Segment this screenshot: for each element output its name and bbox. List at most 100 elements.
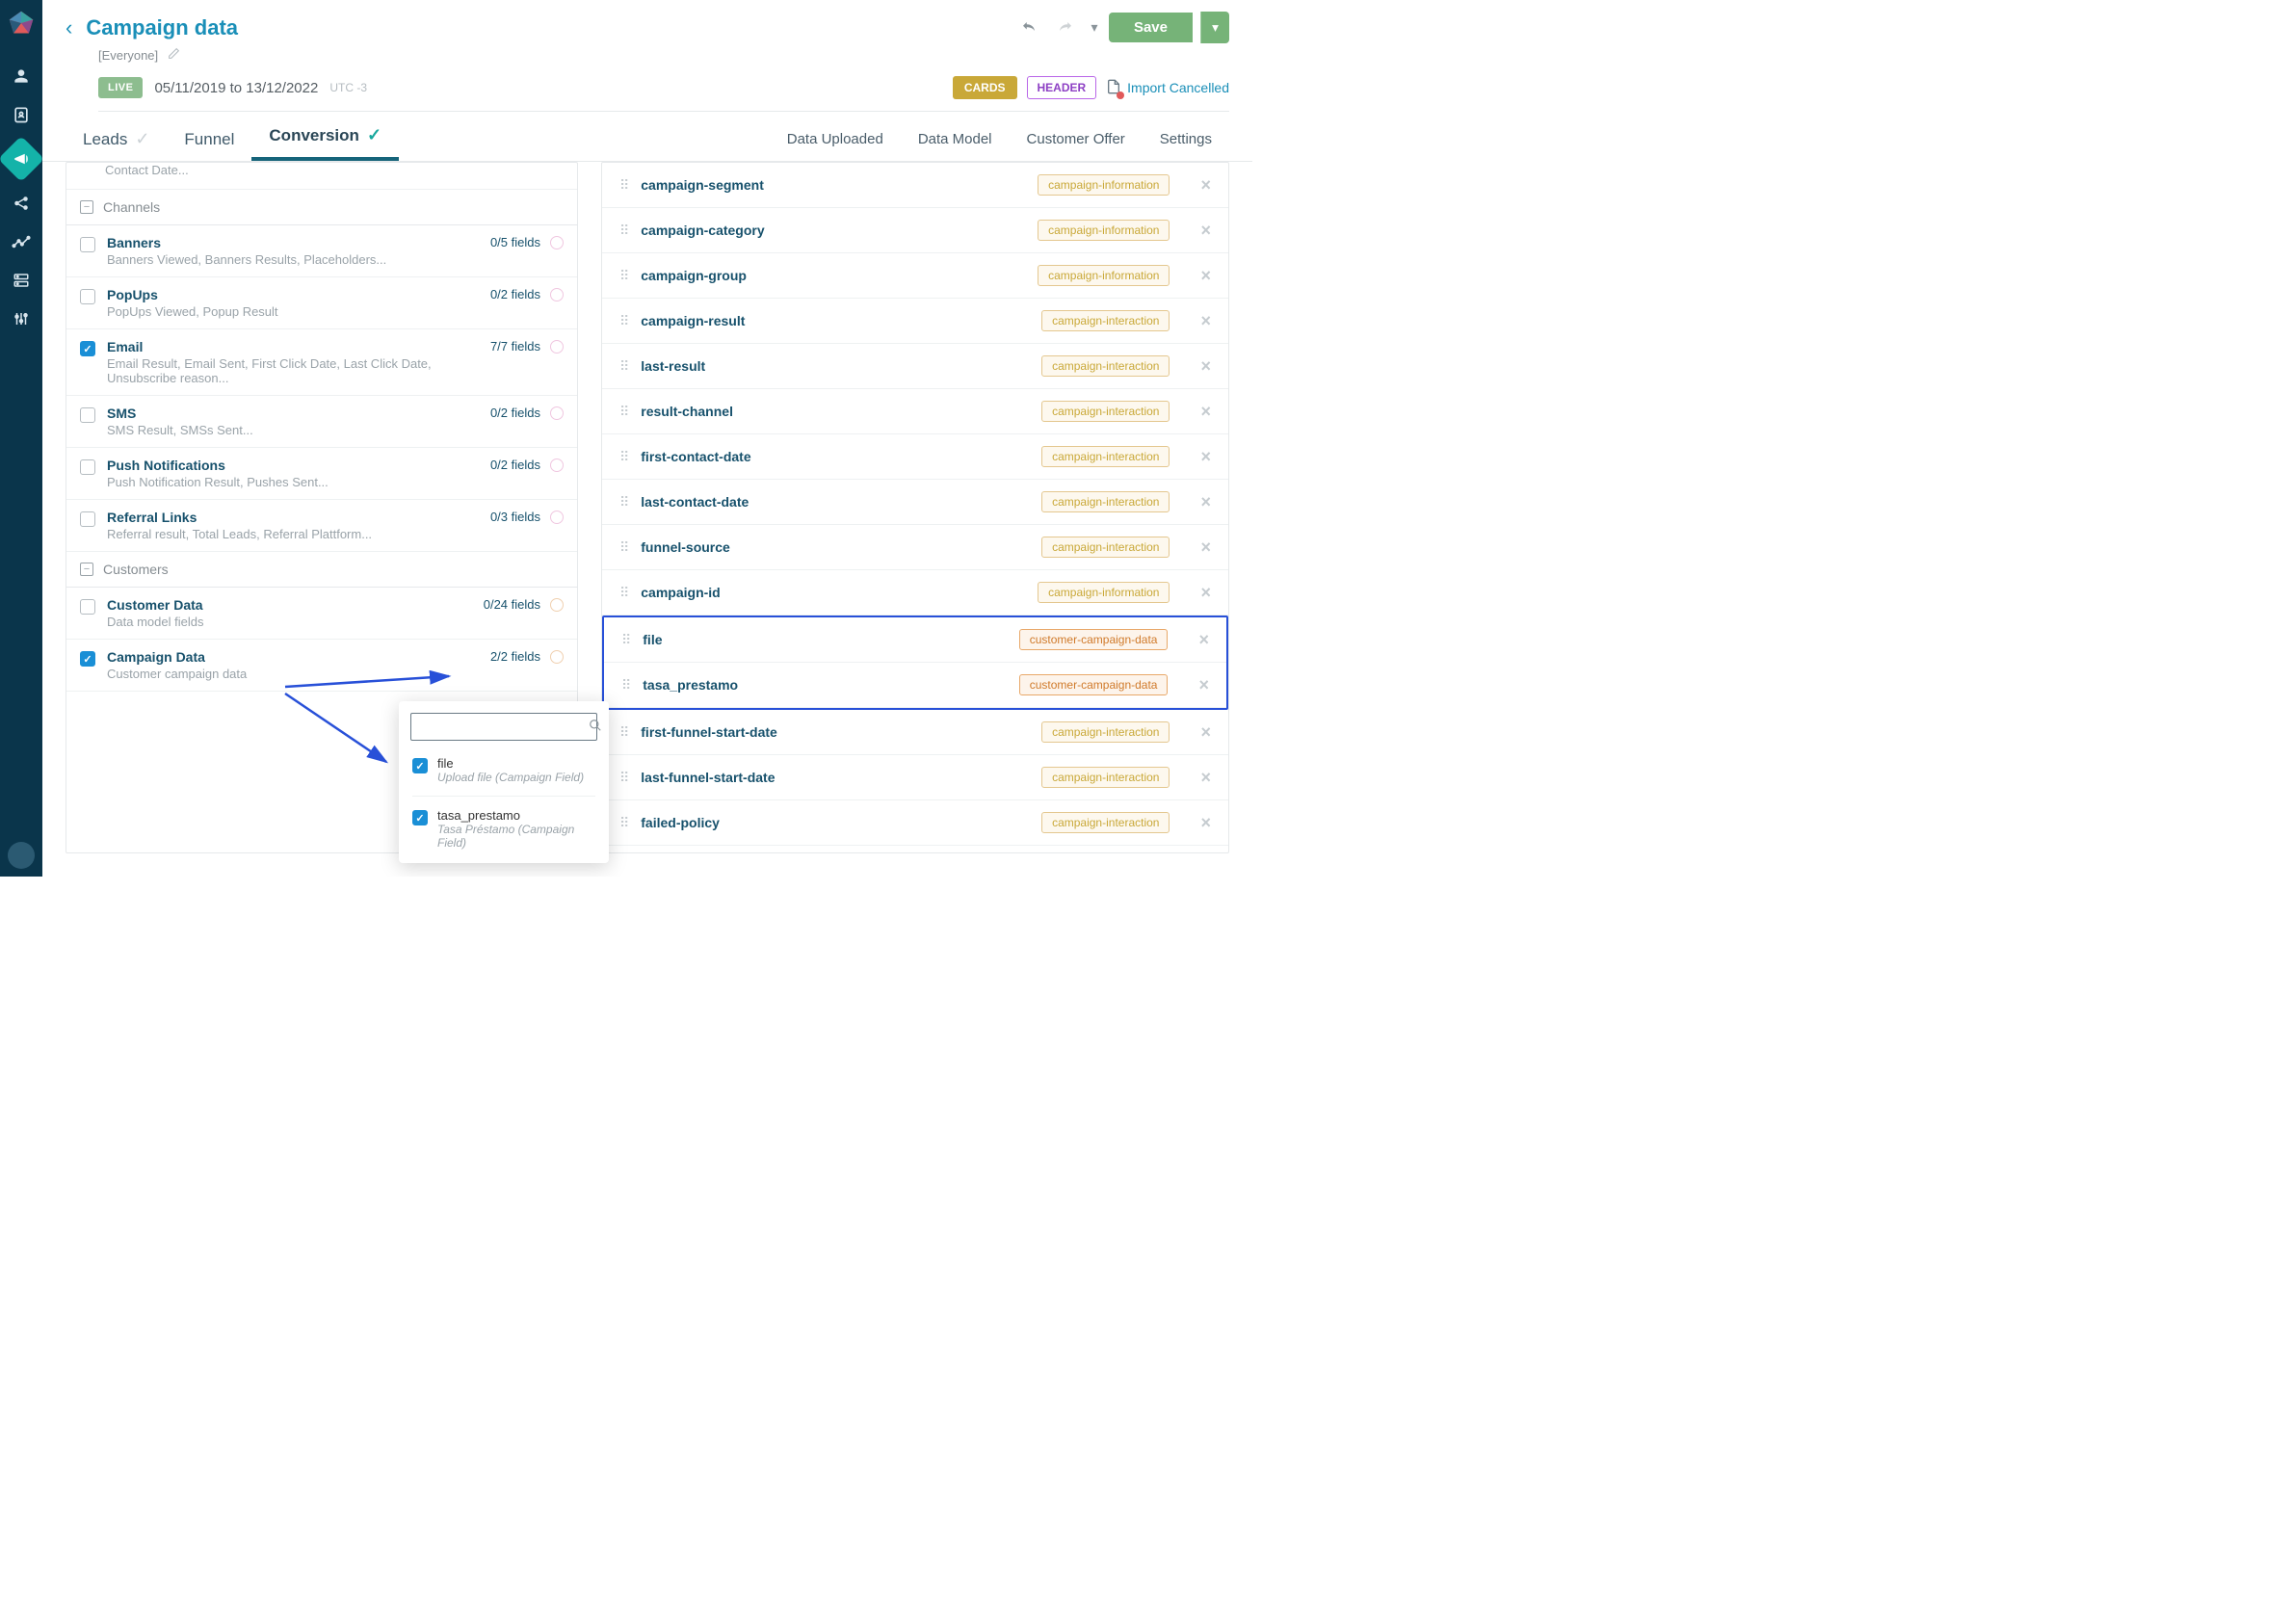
remove-field-icon[interactable]: × — [1200, 402, 1211, 422]
remove-field-icon[interactable]: × — [1200, 492, 1211, 512]
redo-dropdown[interactable]: ▾ — [1088, 13, 1101, 42]
drag-handle-icon[interactable]: ⠿ — [619, 815, 627, 831]
checkbox[interactable] — [80, 407, 95, 423]
field-row[interactable]: ⠿ last-contact-date campaign-interaction… — [602, 480, 1228, 525]
checkbox[interactable] — [80, 599, 95, 615]
remove-field-icon[interactable]: × — [1198, 630, 1209, 650]
drag-handle-icon[interactable]: ⠿ — [619, 770, 627, 786]
drag-handle-icon[interactable]: ⠿ — [619, 539, 627, 556]
drag-handle-icon[interactable]: ⠿ — [619, 724, 627, 741]
remove-field-icon[interactable]: × — [1200, 537, 1211, 558]
checkbox[interactable] — [80, 651, 95, 667]
field-row[interactable]: ⠿ trigger-personalization campaign-inter… — [602, 846, 1228, 853]
remove-field-icon[interactable]: × — [1200, 583, 1211, 603]
field-row[interactable]: ⠿ campaign-category campaign-information… — [602, 208, 1228, 253]
nav-sliders-icon[interactable] — [11, 308, 32, 329]
drag-handle-icon[interactable]: ⠿ — [619, 223, 627, 239]
field-row[interactable]: ⠿ first-funnel-start-date campaign-inter… — [602, 710, 1228, 755]
section-customers[interactable]: − Customers — [66, 552, 577, 588]
checkbox[interactable] — [80, 341, 95, 356]
field-row[interactable]: ⠿ file customer-campaign-data × — [604, 617, 1226, 663]
remove-field-icon[interactable]: × — [1200, 447, 1211, 467]
channel-item[interactable]: Push Notifications Push Notification Res… — [66, 448, 577, 500]
popover-search-input[interactable] — [419, 720, 589, 734]
remove-field-icon[interactable]: × — [1198, 675, 1209, 695]
popover-item-tasa[interactable]: tasa_prestamoTasa Préstamo (Campaign Fie… — [399, 802, 609, 855]
checkbox[interactable] — [80, 237, 95, 252]
undo-button[interactable] — [1014, 13, 1043, 42]
tab-customer-offer[interactable]: Customer Offer — [1010, 118, 1143, 161]
nav-server-icon[interactable] — [11, 270, 32, 291]
redo-button[interactable] — [1051, 13, 1080, 42]
field-row[interactable]: ⠿ first-contact-date campaign-interactio… — [602, 434, 1228, 480]
field-row[interactable]: ⠿ campaign-result campaign-interaction × — [602, 299, 1228, 344]
tab-data-uploaded[interactable]: Data Uploaded — [770, 118, 901, 161]
collapse-icon[interactable]: − — [80, 563, 93, 576]
back-button[interactable]: ‹ — [66, 15, 72, 40]
remove-field-icon[interactable]: × — [1200, 356, 1211, 377]
nav-campaign-icon[interactable] — [0, 136, 44, 182]
popover-search[interactable] — [410, 713, 597, 741]
checkbox[interactable] — [412, 758, 428, 773]
collapse-icon[interactable]: − — [80, 200, 93, 214]
nav-share-icon[interactable] — [11, 193, 32, 214]
checkbox[interactable] — [412, 810, 428, 825]
remove-field-icon[interactable]: × — [1200, 266, 1211, 286]
remove-field-icon[interactable]: × — [1200, 221, 1211, 241]
edit-audience-icon[interactable] — [168, 47, 180, 63]
tab-data-model[interactable]: Data Model — [901, 118, 1010, 161]
customer-item[interactable]: Customer Data Data model fields 0/24 fie… — [66, 588, 577, 640]
drag-handle-icon[interactable]: ⠿ — [619, 494, 627, 511]
field-row[interactable]: ⠿ tasa_prestamo customer-campaign-data × — [604, 663, 1226, 708]
header-badge[interactable]: HEADER — [1027, 76, 1097, 99]
save-button[interactable]: Save — [1109, 13, 1193, 42]
drag-handle-icon[interactable]: ⠿ — [619, 585, 627, 601]
channel-item[interactable]: Referral Links Referral result, Total Le… — [66, 500, 577, 552]
date-range[interactable]: 05/11/2019 to 13/12/2022 — [154, 80, 318, 96]
channel-item[interactable]: Email Email Result, Email Sent, First Cl… — [66, 329, 577, 396]
field-row[interactable]: ⠿ last-result campaign-interaction × — [602, 344, 1228, 389]
drag-handle-icon[interactable]: ⠿ — [619, 268, 627, 284]
channel-item[interactable]: PopUps PopUps Viewed, Popup Result 0/2 f… — [66, 277, 577, 329]
channel-item[interactable]: Banners Banners Viewed, Banners Results,… — [66, 225, 577, 277]
checkbox[interactable] — [80, 511, 95, 527]
nav-users-icon[interactable] — [11, 65, 32, 87]
drag-handle-icon[interactable]: ⠿ — [619, 449, 627, 465]
audience-label: [Everyone] — [98, 48, 158, 63]
save-dropdown[interactable]: ▾ — [1200, 12, 1229, 43]
tab-conversion[interactable]: Conversion✓ — [251, 112, 399, 161]
section-channels[interactable]: − Channels — [66, 190, 577, 225]
app-logo[interactable] — [8, 10, 35, 37]
drag-handle-icon[interactable]: ⠿ — [619, 177, 627, 194]
remove-field-icon[interactable]: × — [1200, 175, 1211, 196]
channel-item[interactable]: SMS SMS Result, SMSs Sent... 0/2 fields — [66, 396, 577, 448]
tab-settings[interactable]: Settings — [1143, 118, 1229, 161]
remove-field-icon[interactable]: × — [1200, 768, 1211, 788]
field-row[interactable]: ⠿ campaign-segment campaign-information … — [602, 163, 1228, 208]
import-cancelled-link[interactable]: Import Cancelled — [1106, 79, 1229, 97]
checkbox[interactable] — [80, 459, 95, 475]
drag-handle-icon[interactable]: ⠿ — [619, 404, 627, 420]
nav-analytics-icon[interactable] — [11, 231, 32, 252]
field-row[interactable]: ⠿ failed-policy campaign-interaction × — [602, 800, 1228, 846]
field-row[interactable]: ⠿ last-funnel-start-date campaign-intera… — [602, 755, 1228, 800]
remove-field-icon[interactable]: × — [1200, 813, 1211, 833]
field-row[interactable]: ⠿ campaign-id campaign-information × — [602, 570, 1228, 616]
field-row[interactable]: ⠿ result-channel campaign-interaction × — [602, 389, 1228, 434]
checkbox[interactable] — [80, 289, 95, 304]
remove-field-icon[interactable]: × — [1200, 311, 1211, 331]
user-avatar[interactable] — [8, 842, 35, 869]
nav-clipboard-icon[interactable] — [11, 104, 32, 125]
cards-badge[interactable]: CARDS — [953, 76, 1017, 99]
customer-item[interactable]: Campaign Data Customer campaign data 2/2… — [66, 640, 577, 692]
field-row[interactable]: ⠿ campaign-group campaign-information × — [602, 253, 1228, 299]
drag-handle-icon[interactable]: ⠿ — [621, 632, 629, 648]
tab-funnel[interactable]: Funnel — [167, 117, 251, 161]
field-row[interactable]: ⠿ funnel-source campaign-interaction × — [602, 525, 1228, 570]
drag-handle-icon[interactable]: ⠿ — [621, 677, 629, 694]
popover-item-file[interactable]: fileUpload file (Campaign Field) — [399, 750, 609, 790]
drag-handle-icon[interactable]: ⠿ — [619, 358, 627, 375]
tab-leads[interactable]: Leads✓ — [66, 116, 167, 161]
drag-handle-icon[interactable]: ⠿ — [619, 313, 627, 329]
remove-field-icon[interactable]: × — [1200, 722, 1211, 743]
